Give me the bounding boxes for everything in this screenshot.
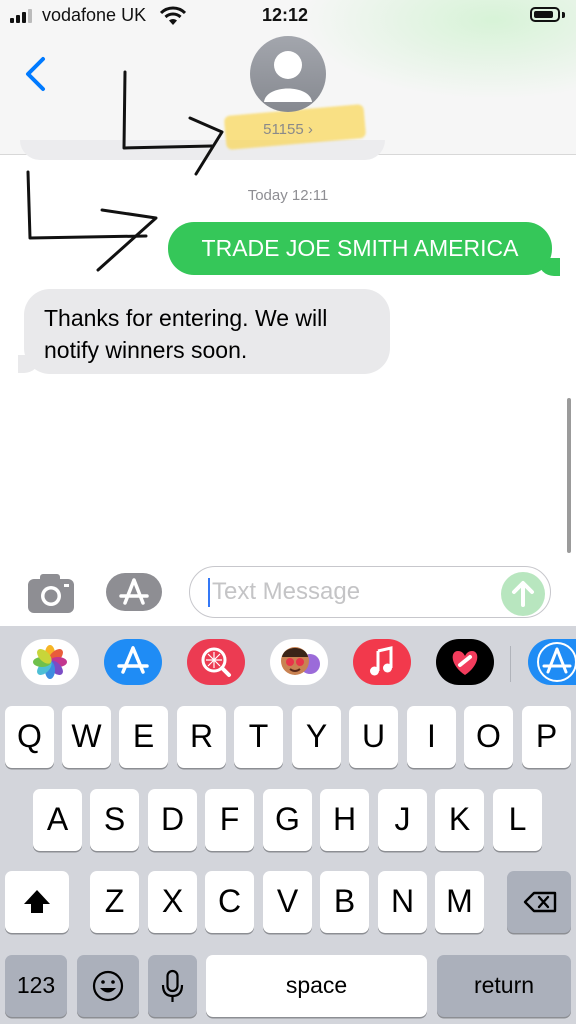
dictation-key[interactable] — [148, 955, 197, 1017]
delete-icon — [523, 891, 557, 913]
status-time: 12:12 — [262, 5, 309, 25]
key-l[interactable]: L — [493, 789, 542, 851]
key-s[interactable]: S — [90, 789, 139, 851]
key-v[interactable]: V — [263, 871, 312, 933]
key-z[interactable]: Z — [90, 871, 139, 933]
key-j[interactable]: J — [378, 789, 427, 851]
camera-icon[interactable] — [26, 570, 76, 616]
wifi-icon — [160, 6, 186, 25]
key-b[interactable]: B — [320, 871, 369, 933]
battery-icon — [530, 7, 560, 22]
key-i[interactable]: I — [407, 706, 456, 768]
key-n[interactable]: N — [378, 871, 427, 933]
backspace-key[interactable] — [507, 871, 571, 933]
message-input-placeholder: Text Message — [212, 578, 361, 605]
key-u[interactable]: U — [349, 706, 398, 768]
sent-message-bubble[interactable]: TRADE JOE SMITH AMERICA — [168, 222, 552, 275]
scroll-indicator[interactable] — [567, 398, 571, 553]
key-f[interactable]: F — [205, 789, 254, 851]
key-o[interactable]: O — [464, 706, 513, 768]
arrow-up-icon — [512, 581, 534, 607]
app-store-app-icon[interactable] — [104, 639, 162, 685]
photos-app-icon[interactable] — [21, 639, 79, 685]
message-timestamp: Today 12:11 — [247, 187, 329, 204]
key-e[interactable]: E — [119, 706, 168, 768]
key-a[interactable]: A — [33, 789, 82, 851]
contact-name[interactable]: 51155 › — [0, 121, 576, 138]
shift-arrow-icon — [24, 890, 50, 913]
key-y[interactable]: Y — [292, 706, 341, 768]
app-store-icon — [119, 578, 149, 605]
signal-icon — [10, 9, 36, 23]
app-drawer-divider — [510, 646, 511, 682]
web-images-search-icon[interactable] — [187, 639, 245, 685]
battery-tip — [562, 12, 565, 18]
numbers-key[interactable]: 123 — [5, 955, 67, 1017]
key-x[interactable]: X — [148, 871, 197, 933]
person-silhouette-icon — [264, 51, 312, 102]
key-w[interactable]: W — [62, 706, 111, 768]
key-t[interactable]: T — [234, 706, 283, 768]
key-m[interactable]: M — [435, 871, 484, 933]
key-p[interactable]: P — [522, 706, 571, 768]
return-key[interactable]: return — [437, 955, 571, 1017]
key-r[interactable]: R — [177, 706, 226, 768]
key-h[interactable]: H — [320, 789, 369, 851]
emoji-icon — [92, 970, 124, 1002]
received-message-bubble[interactable]: Thanks for entering. We will notify winn… — [24, 289, 390, 374]
music-app-icon[interactable] — [353, 639, 411, 685]
key-q[interactable]: Q — [5, 706, 54, 768]
text-cursor — [208, 578, 210, 607]
app-store-button[interactable] — [106, 573, 162, 611]
digital-touch-heart-icon[interactable] — [436, 639, 494, 685]
space-key[interactable]: space — [206, 955, 427, 1017]
contact-avatar[interactable] — [250, 36, 326, 112]
app-store-more-icon[interactable] — [528, 639, 576, 685]
microphone-icon — [161, 969, 184, 1002]
send-button[interactable] — [501, 572, 545, 616]
shift-key[interactable] — [5, 871, 69, 933]
memoji-stickers-icon[interactable] — [270, 639, 328, 685]
key-c[interactable]: C — [205, 871, 254, 933]
emoji-key[interactable] — [77, 955, 139, 1017]
key-g[interactable]: G — [263, 789, 312, 851]
key-k[interactable]: K — [435, 789, 484, 851]
key-d[interactable]: D — [148, 789, 197, 851]
carrier-name: vodafone UK — [42, 5, 147, 25]
